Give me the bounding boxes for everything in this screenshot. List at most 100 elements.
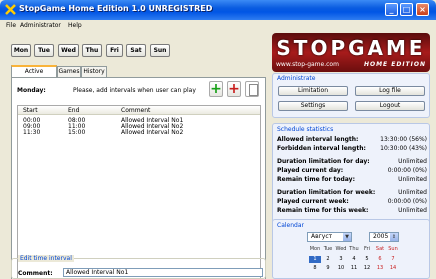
log-file-button[interactable]: Log file: [355, 86, 425, 96]
year-stepper[interactable]: 2005 ⇕: [369, 232, 399, 242]
spin-arrows-icon[interactable]: ⇕: [390, 233, 398, 241]
day-button-wed[interactable]: Wed: [58, 44, 79, 57]
weekday-sun: Sun: [388, 246, 398, 252]
stat-value: Unlimited: [398, 207, 427, 214]
menu-file[interactable]: File: [6, 22, 16, 29]
calendar-day[interactable]: 11: [348, 265, 360, 272]
window-title: StopGame Home Edition 1.0 UNREGISTRED: [19, 4, 213, 13]
month-select[interactable]: Август ▼: [307, 232, 352, 242]
calendar-group: Calendar Август ▼ 2005 ⇕ Mon Tue Wed Thu…: [272, 219, 430, 279]
stat-row: Played current day: 0:00:00 (0%): [277, 167, 427, 174]
statistics-title: Schedule statistics: [277, 126, 334, 133]
plus-icon: +: [210, 81, 222, 97]
stopgame-logo: STOPGAME www.stop-game.com HOME EDITION: [272, 33, 430, 72]
day-button-fri[interactable]: Fri: [106, 44, 123, 57]
schedule-area: Mon Tue Wed Thu Fri Sat Sun Active sched…: [3, 33, 268, 279]
stat-value: 0:00:00 (0%): [387, 167, 427, 174]
tab-active-schedule[interactable]: Active schedule: [11, 65, 57, 85]
stat-row: Forbidden interval length: 10:30:00 (43%…: [277, 145, 427, 152]
comment-input[interactable]: Allowed Interval No1: [63, 268, 263, 277]
menu-help[interactable]: Help: [68, 22, 82, 29]
year-value: 2005: [373, 233, 389, 240]
stat-row: Duration limitation for day: Unlimited: [277, 158, 427, 165]
settings-button[interactable]: Settings: [278, 101, 348, 111]
weekday-sat: Sat: [375, 246, 385, 252]
weekday-wed: Wed: [335, 246, 347, 252]
day-button-thu[interactable]: Thu: [82, 44, 102, 57]
stat-label: Remain time for this week:: [277, 207, 369, 214]
chevron-down-icon[interactable]: ▼: [343, 233, 351, 241]
title-bar: StopGame Home Edition 1.0 UNREGISTRED _ …: [0, 0, 436, 20]
stat-value: Unlimited: [398, 189, 427, 196]
maximize-button[interactable]: □: [400, 3, 413, 16]
minimize-button[interactable]: _: [385, 3, 398, 16]
limitation-button[interactable]: Limitation: [278, 86, 348, 96]
weekday-tue: Tue: [323, 246, 333, 252]
column-end[interactable]: End: [68, 107, 79, 114]
table-row[interactable]: 11:30 15:00 Allowed Interval No2: [18, 130, 260, 136]
stat-row: Allowed interval length: 13:30:00 (56%): [277, 136, 427, 143]
schedule-panel: Monday: Please, add intervals when user …: [11, 77, 266, 279]
day-button-mon[interactable]: Mon: [11, 44, 31, 57]
calendar-day[interactable]: 2: [322, 256, 334, 263]
calendar-day[interactable]: 9: [322, 265, 334, 272]
month-value: Август: [311, 233, 333, 240]
right-sidebar: STOPGAME www.stop-game.com HOME EDITION …: [269, 31, 436, 279]
calendar-day[interactable]: 6: [374, 256, 386, 263]
column-start[interactable]: Start: [23, 107, 38, 114]
stat-row: Played current week: 0:00:00 (0%): [277, 198, 427, 205]
day-label: Monday:: [17, 87, 46, 94]
add-interval-button[interactable]: +: [209, 81, 223, 97]
stat-row: Remain time for this week: Unlimited: [277, 207, 427, 214]
logout-button[interactable]: Logout: [355, 101, 425, 111]
schedule-hint: Please, add intervals when user can play: [73, 87, 196, 94]
calendar-day[interactable]: 13: [374, 265, 386, 272]
calendar-day[interactable]: 10: [335, 265, 347, 272]
calendar-day[interactable]: 14: [387, 265, 399, 272]
comment-label: Comment:: [18, 270, 53, 277]
calendar-day[interactable]: 8: [309, 265, 321, 272]
calendar-day-selected[interactable]: 1: [309, 256, 321, 263]
row-comment: Allowed Interval No2: [121, 129, 184, 136]
row-end: 15:00: [68, 129, 86, 136]
stat-value: 10:30:00 (43%): [380, 145, 427, 152]
plus-icon: +: [228, 81, 240, 97]
interval-list[interactable]: Start End Comment 00:00 08:00 Allowed In…: [17, 105, 261, 279]
edit-group-title: Edit time interval: [18, 255, 74, 262]
calendar-day[interactable]: 5: [361, 256, 373, 263]
stat-label: Allowed interval length:: [277, 136, 359, 143]
stat-label: Remain time for today:: [277, 176, 355, 183]
stat-label: Played current day:: [277, 167, 344, 174]
stat-value: 0:00:00 (0%): [387, 198, 427, 205]
calendar-day[interactable]: 4: [348, 256, 360, 263]
stat-label: Duration limitation for week:: [277, 189, 376, 196]
stat-label: Forbidden interval length:: [277, 145, 366, 152]
row-start: 11:30: [23, 129, 41, 136]
stat-label: Played current week:: [277, 198, 349, 205]
calendar-title: Calendar: [277, 222, 304, 229]
tab-history[interactable]: History: [81, 66, 107, 77]
edit-interval-group: Edit time interval Comment: Allowed Inte…: [11, 255, 266, 279]
menu-administrator[interactable]: Administrator: [20, 22, 61, 29]
calendar-day[interactable]: 12: [361, 265, 373, 272]
app-icon: [5, 4, 16, 15]
logo-url[interactable]: www.stop-game.com: [276, 61, 339, 68]
stat-value: Unlimited: [398, 158, 427, 165]
calendar-day[interactable]: 3: [335, 256, 347, 263]
weekday-mon: Mon: [309, 246, 321, 252]
administrate-title: Administrate: [277, 75, 316, 82]
stat-value: 13:30:00 (56%): [380, 136, 427, 143]
day-button-sun[interactable]: Sun: [150, 44, 170, 57]
column-comment[interactable]: Comment: [121, 107, 150, 114]
day-button-sat[interactable]: Sat: [126, 44, 146, 57]
day-button-tue[interactable]: Tue: [34, 44, 54, 57]
list-header: Start End Comment: [18, 106, 260, 115]
calendar-day[interactable]: 7: [387, 256, 399, 263]
logo-text: STOPGAME: [276, 36, 426, 60]
logo-edition: HOME EDITION: [363, 61, 426, 68]
edit-interval-button[interactable]: [245, 81, 259, 97]
stat-row: Remain time for today: Unlimited: [277, 176, 427, 183]
close-button[interactable]: ×: [416, 3, 429, 16]
tab-games[interactable]: Games: [57, 66, 81, 77]
remove-interval-button[interactable]: +: [227, 81, 241, 97]
